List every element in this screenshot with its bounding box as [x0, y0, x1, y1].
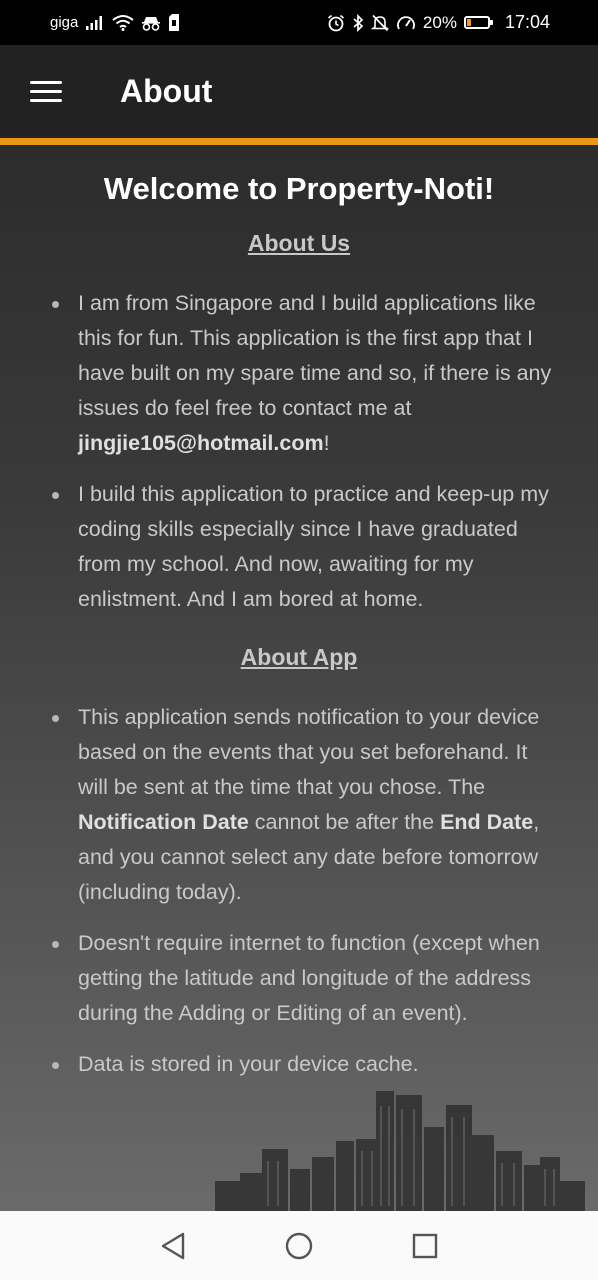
- about-app-heading: About App: [240, 644, 358, 670]
- sim-icon: [169, 14, 180, 31]
- alarm-icon: [327, 14, 344, 31]
- list-item: Doesn't require internet to function (ex…: [52, 926, 560, 1031]
- clock: 17:04: [504, 12, 550, 32]
- about-us-list: I am from Singapore and I build applicat…: [0, 286, 598, 617]
- wifi-icon: [112, 15, 134, 31]
- back-icon[interactable]: [155, 1228, 191, 1264]
- list-item: I build this application to practice and…: [52, 477, 560, 617]
- battery-percent: 20%: [422, 12, 457, 32]
- recents-icon[interactable]: [407, 1228, 443, 1264]
- home-icon[interactable]: [281, 1228, 317, 1264]
- about-us-heading: About Us: [247, 230, 351, 256]
- bluetooth-icon: [353, 13, 364, 32]
- system-navigation-bar: [0, 1211, 598, 1280]
- battery-level-fill: [466, 19, 471, 26]
- about-app-list: This application sends notification to y…: [0, 700, 598, 1082]
- hamburger-menu-icon[interactable]: [30, 81, 62, 105]
- battery-icon: [463, 16, 493, 29]
- list-item: I am from Singapore and I build applicat…: [52, 286, 560, 461]
- signal-icon: [86, 15, 103, 30]
- mute-icon: [370, 14, 389, 31]
- incognito-icon: [142, 16, 161, 31]
- about-content[interactable]: Welcome to Property-Noti! About Us I am …: [0, 145, 598, 1211]
- status-bar: giga 20% 17:04: [0, 0, 598, 45]
- carrier-label: giga: [50, 14, 79, 31]
- page-title: About: [120, 73, 213, 109]
- welcome-heading: Welcome to Property-Noti!: [103, 171, 495, 206]
- speed-icon: [397, 15, 415, 29]
- city-skyline-illustration: [215, 1091, 585, 1211]
- list-item: This application sends notification to y…: [52, 700, 560, 910]
- app-bar: About: [0, 45, 598, 145]
- list-item: Data is stored in your device cache.: [52, 1047, 560, 1082]
- contact-email: jingjie105@hotmail.com: [78, 431, 324, 455]
